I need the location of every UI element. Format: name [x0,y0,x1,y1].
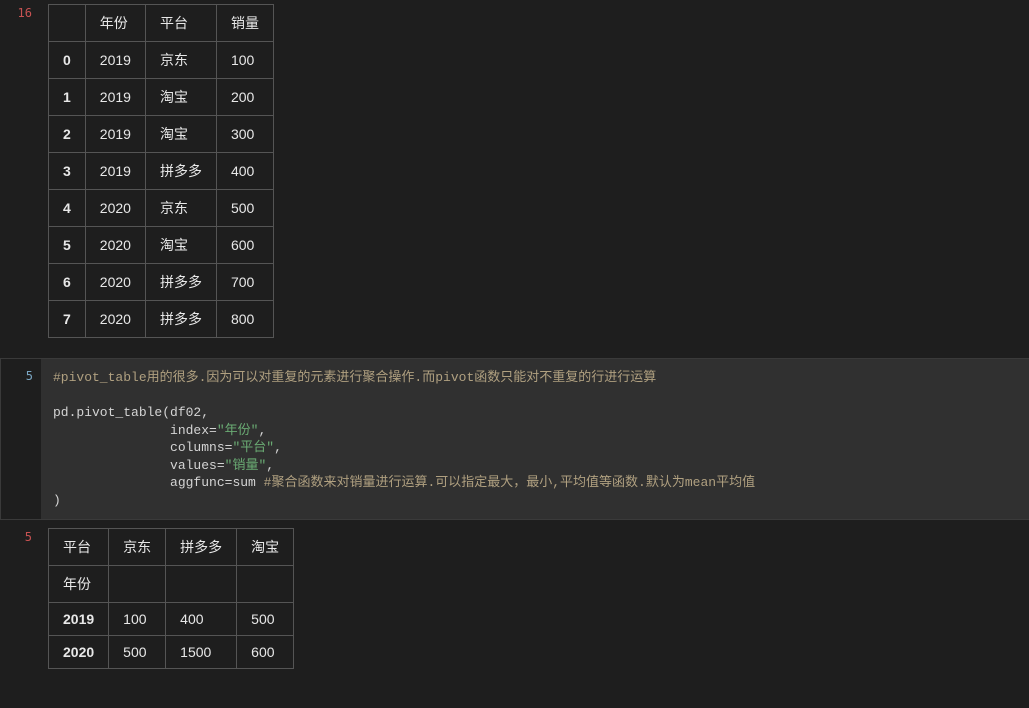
header-platform: 平台 [145,5,216,42]
cell-platform: 淘宝 [145,227,216,264]
header-year: 年份 [85,5,145,42]
code-comment: #pivot_table用的很多.因为可以对重复的元素进行聚合操作.而pivot… [53,370,656,385]
output-cell-1: 16 年份 平台 销量 02019京东10012019淘宝20022019淘宝3… [0,0,1029,342]
table-row: 12019淘宝200 [49,79,274,116]
code-cell[interactable]: 5 #pivot_table用的很多.因为可以对重复的元素进行聚合操作.而piv… [0,358,1029,520]
cell-value: 400 [166,603,237,636]
cell-year: 2020 [85,190,145,227]
pivot-col-1: 拼多多 [166,529,237,566]
header-blank [49,5,86,42]
pivot-columns-row: 平台 京东 拼多多 淘宝 [49,529,294,566]
table-row: 62020拼多多700 [49,264,274,301]
pivot-col-0: 京东 [109,529,166,566]
cell-platform: 淘宝 [145,116,216,153]
cell-value: 500 [109,636,166,669]
row-index: 7 [49,301,86,338]
row-index: 4 [49,190,86,227]
table-row: 72020拼多多800 [49,301,274,338]
cell-year: 2020 [85,227,145,264]
cell-sales: 100 [216,42,273,79]
table-row: 22019淘宝300 [49,116,274,153]
cell-platform: 京东 [145,42,216,79]
output-prompt-2: 5 [0,524,40,544]
cell-platform: 京东 [145,190,216,227]
table-row: 32019拼多多400 [49,153,274,190]
row-index: 0 [49,42,86,79]
output-cell-2: 5 平台 京东 拼多多 淘宝 年份 2019100400500202050015… [0,524,1029,673]
table-header-row: 年份 平台 销量 [49,5,274,42]
table-row: 20205001500600 [49,636,294,669]
cell-year: 2019 [85,42,145,79]
pivot-row-label: 年份 [49,566,109,603]
row-index: 6 [49,264,86,301]
row-index: 3 [49,153,86,190]
cell-platform: 淘宝 [145,79,216,116]
table-row: 52020淘宝600 [49,227,274,264]
cell-sales: 200 [216,79,273,116]
cell-value: 100 [109,603,166,636]
cell-platform: 拼多多 [145,301,216,338]
code-editor[interactable]: #pivot_table用的很多.因为可以对重复的元素进行聚合操作.而pivot… [41,359,1029,519]
row-year: 2020 [49,636,109,669]
cell-platform: 拼多多 [145,153,216,190]
dataframe-table-2: 平台 京东 拼多多 淘宝 年份 201910040050020205001500… [48,528,294,669]
row-index: 5 [49,227,86,264]
pivot-index-row: 年份 [49,566,294,603]
cell-year: 2019 [85,153,145,190]
cell-year: 2019 [85,116,145,153]
header-sales: 销量 [216,5,273,42]
input-prompt: 5 [1,359,41,519]
cell-sales: 600 [216,227,273,264]
cell-year: 2020 [85,264,145,301]
cell-sales: 700 [216,264,273,301]
cell-sales: 500 [216,190,273,227]
output-area-1: 年份 平台 销量 02019京东10012019淘宝20022019淘宝3003… [40,0,1029,342]
table-row: 02019京东100 [49,42,274,79]
cell-value: 600 [237,636,294,669]
cell-sales: 300 [216,116,273,153]
output-area-2: 平台 京东 拼多多 淘宝 年份 201910040050020205001500… [40,524,1029,673]
table-row: 2019100400500 [49,603,294,636]
pivot-col-2: 淘宝 [237,529,294,566]
cell-sales: 800 [216,301,273,338]
cell-year: 2020 [85,301,145,338]
table-row: 42020京东500 [49,190,274,227]
row-index: 2 [49,116,86,153]
cell-platform: 拼多多 [145,264,216,301]
cell-value: 500 [237,603,294,636]
row-year: 2019 [49,603,109,636]
output-prompt-1: 16 [0,0,40,20]
pivot-col-label: 平台 [49,529,109,566]
dataframe-table-1: 年份 平台 销量 02019京东10012019淘宝20022019淘宝3003… [48,4,274,338]
cell-year: 2019 [85,79,145,116]
row-index: 1 [49,79,86,116]
cell-value: 1500 [166,636,237,669]
cell-sales: 400 [216,153,273,190]
